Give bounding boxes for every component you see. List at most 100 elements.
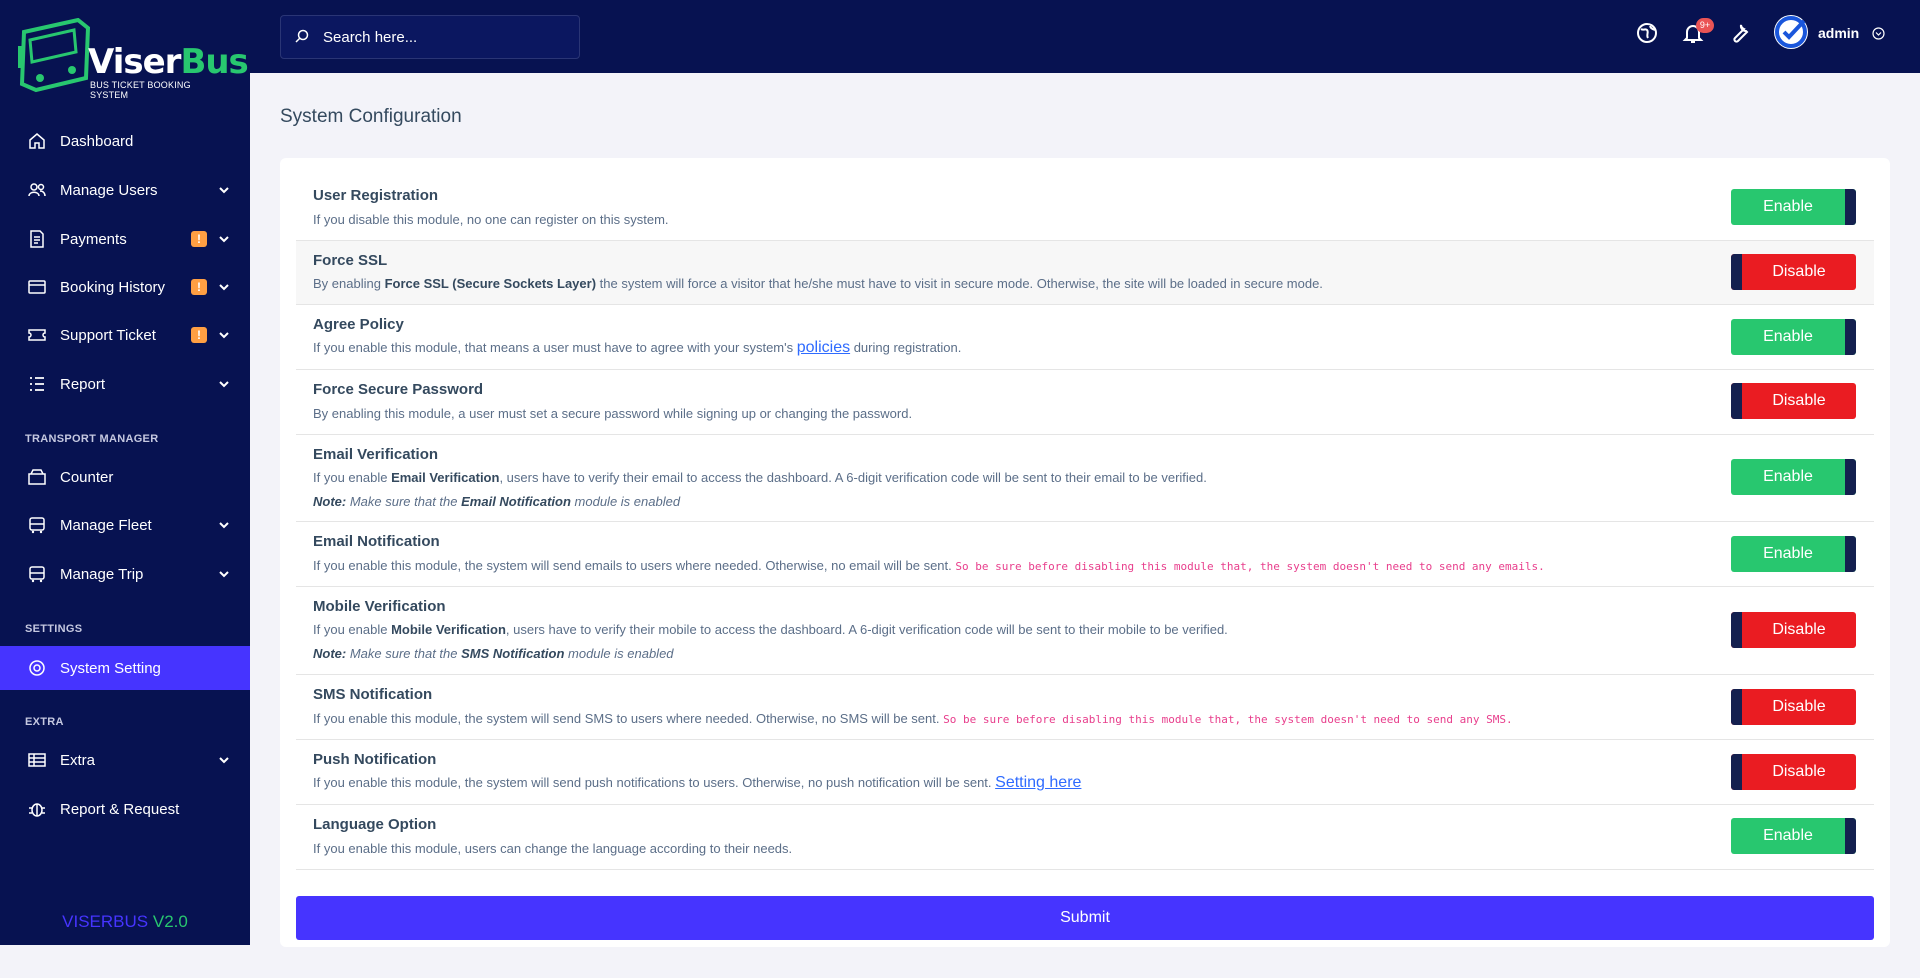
notification-count-badge: 9+	[1696, 18, 1714, 33]
policies-link[interactable]: policies	[797, 339, 850, 356]
avatar[interactable]	[1774, 15, 1808, 49]
setting-title: Force Secure Password	[313, 381, 484, 398]
toggle-force-secure-password[interactable]: Disable	[1731, 383, 1856, 419]
sidebar-item-booking-history[interactable]: Booking History !	[0, 265, 250, 309]
warning-badge: !	[191, 327, 207, 343]
sidebar-item-label: Extra	[60, 751, 96, 769]
search-input[interactable]	[321, 16, 575, 58]
setting-description: If you disable this module, no one can r…	[313, 212, 669, 227]
warning-code-text: So be sure before disabling this module …	[955, 560, 1545, 573]
home-icon	[29, 133, 45, 149]
list-icon	[30, 377, 44, 391]
brand-logo[interactable]: ViserBus BUS TICKET BOOKING SYSTEM	[16, 18, 249, 100]
setting-row-agree-policy: Agree Policy If you enable this module, …	[296, 305, 1874, 370]
page-title: System Configuration	[280, 106, 462, 127]
sidebar-item-label: System Setting	[60, 659, 161, 677]
toggle-force-ssl[interactable]: Disable	[1731, 254, 1856, 290]
toggle-user-registration[interactable]: Enable	[1731, 189, 1856, 225]
sidebar-item-payments[interactable]: Payments !	[0, 217, 250, 261]
setting-title: Language Option	[313, 816, 437, 833]
globe-icon[interactable]	[1635, 21, 1659, 45]
sidebar-item-dashboard[interactable]: Dashboard	[0, 119, 250, 163]
sidebar-item-manage-trip[interactable]: Manage Trip	[0, 552, 250, 596]
section-title-settings: SETTINGS	[25, 623, 83, 635]
app-version: VISERBUS V2.0	[62, 912, 188, 931]
setting-row-language-option: Language Option If you enable this modul…	[296, 805, 1874, 870]
sidebar-item-label: Manage Fleet	[60, 516, 152, 534]
sidebar-item-label: Dashboard	[60, 132, 134, 150]
toggle-agree-policy[interactable]: Enable	[1731, 319, 1856, 355]
admin-username[interactable]: admin	[1818, 25, 1859, 41]
setting-description: If you enable this module, that means a …	[313, 339, 962, 356]
chevron-down-icon	[219, 187, 229, 194]
chevron-down-icon	[219, 757, 229, 764]
setting-description: By enabling Force SSL (Secure Sockets La…	[313, 276, 1323, 291]
setting-title: Force SSL	[313, 252, 388, 269]
setting-description: By enabling this module, a user must set…	[313, 406, 913, 421]
chevron-down-icon	[219, 236, 229, 243]
toggle-email-verification[interactable]: Enable	[1731, 459, 1856, 495]
setting-title: Agree Policy	[313, 316, 404, 333]
ticket-icon	[28, 329, 46, 341]
lifebuoy-icon	[29, 660, 45, 676]
setting-title: User Registration	[313, 187, 439, 204]
chevron-down-circle-icon[interactable]	[1872, 27, 1885, 40]
setting-note: Note: Make sure that the SMS Notificatio…	[313, 646, 674, 661]
setting-note: Note: Make sure that the Email Notificat…	[313, 494, 681, 509]
toggle-mobile-verification[interactable]: Disable	[1731, 612, 1856, 648]
setting-title: Email Verification	[313, 446, 439, 463]
sidebar-item-label: Support Ticket	[60, 326, 156, 344]
check-logo-icon	[1775, 16, 1807, 48]
setting-description: If you enable Email Verification, users …	[313, 470, 1207, 485]
topbar: 9+ admin	[250, 0, 1920, 73]
warning-code-text: So be sure before disabling this module …	[943, 713, 1513, 726]
invoice-icon	[30, 230, 44, 248]
sidebar-item-label: Payments	[60, 230, 127, 248]
chevron-down-icon	[219, 332, 229, 339]
setting-row-mobile-verification: Mobile Verification If you enable Mobile…	[296, 587, 1874, 675]
counter-icon	[28, 469, 46, 485]
toggle-email-notification[interactable]: Enable	[1731, 536, 1856, 572]
sidebar-item-report[interactable]: Report	[0, 362, 250, 406]
sidebar-item-counter[interactable]: Counter	[0, 455, 250, 499]
sidebar-item-support-ticket[interactable]: Support Ticket !	[0, 313, 250, 357]
push-setting-link[interactable]: Setting here	[995, 774, 1081, 791]
brand-name: ViserBus	[88, 42, 249, 82]
warning-badge: !	[191, 231, 207, 247]
sidebar: ViserBus BUS TICKET BOOKING SYSTEM Dashb…	[0, 0, 250, 945]
sidebar-item-label: Manage Users	[60, 181, 158, 199]
sidebar-item-label: Report & Request	[60, 800, 180, 818]
setting-row-sms-notification: SMS Notification If you enable this modu…	[296, 675, 1874, 740]
search-box	[280, 15, 580, 59]
setting-description: If you enable this module, users can cha…	[313, 841, 793, 856]
setting-title: SMS Notification	[313, 686, 433, 703]
bus-icon	[29, 566, 45, 583]
search-icon	[295, 29, 309, 43]
setting-row-force-ssl: Force SSL By enabling Force SSL (Secure …	[296, 241, 1874, 305]
wrench-icon[interactable]	[1727, 21, 1751, 45]
section-title-transport: TRANSPORT MANAGER	[25, 433, 159, 445]
chevron-down-icon	[219, 381, 229, 388]
sidebar-item-report-request[interactable]: Report & Request	[0, 787, 250, 831]
sidebar-item-label: Manage Trip	[60, 565, 144, 583]
sidebar-item-label: Booking History	[60, 278, 166, 296]
toggle-push-notification[interactable]: Disable	[1731, 754, 1856, 790]
setting-title: Mobile Verification	[313, 598, 446, 615]
chevron-down-icon	[219, 571, 229, 578]
setting-description: If you enable this module, the system wi…	[313, 774, 1082, 791]
submit-button[interactable]: Submit	[296, 896, 1874, 940]
setting-row-email-notification: Email Notification If you enable this mo…	[296, 522, 1874, 587]
setting-row-push-notification: Push Notification If you enable this mod…	[296, 740, 1874, 805]
sidebar-item-extra[interactable]: Extra	[0, 738, 250, 782]
brand-tagline: BUS TICKET BOOKING SYSTEM	[90, 80, 191, 100]
setting-row-user-registration: User Registration If you disable this mo…	[296, 176, 1874, 241]
sidebar-item-manage-users[interactable]: Manage Users	[0, 168, 250, 212]
toggle-sms-notification[interactable]: Disable	[1731, 689, 1856, 725]
bus-icon	[29, 517, 45, 534]
setting-description: If you enable this module, the system wi…	[313, 711, 1513, 726]
setting-description: If you enable Mobile Verification, users…	[313, 622, 1228, 637]
sidebar-item-system-setting[interactable]: System Setting	[0, 646, 250, 690]
setting-row-force-secure-password: Force Secure Password By enabling this m…	[296, 370, 1874, 435]
sidebar-item-manage-fleet[interactable]: Manage Fleet	[0, 503, 250, 547]
toggle-language-option[interactable]: Enable	[1731, 818, 1856, 854]
